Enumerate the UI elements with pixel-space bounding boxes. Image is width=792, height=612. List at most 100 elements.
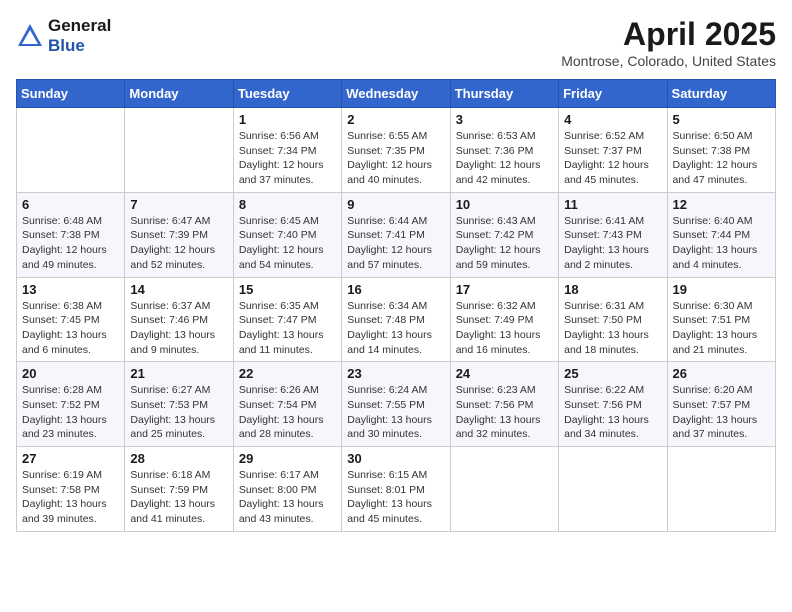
- day-info: Sunrise: 6:37 AM Sunset: 7:46 PM Dayligh…: [130, 299, 227, 358]
- day-number: 21: [130, 366, 227, 381]
- calendar-cell: 27 Sunrise: 6:19 AM Sunset: 7:58 PM Dayli…: [17, 447, 125, 532]
- day-number: 27: [22, 451, 119, 466]
- logo-blue: Blue: [48, 36, 111, 56]
- calendar-cell: 3Sunrise: 6:53 AM Sunset: 7:36 PM Daylig…: [450, 108, 558, 193]
- day-info: Sunrise: 6:53 AM Sunset: 7:36 PM Dayligh…: [456, 129, 553, 188]
- day-info: Sunrise: 6:24 AM Sunset: 7:55 PM Dayligh…: [347, 383, 444, 442]
- calendar-cell: 15 Sunrise: 6:35 AM Sunset: 7:47 PM Dayli…: [233, 277, 341, 362]
- calendar-cell: 1Sunrise: 6:56 AM Sunset: 7:34 PM Daylig…: [233, 108, 341, 193]
- weekday-header-thursday: Thursday: [450, 80, 558, 108]
- calendar-table: SundayMondayTuesdayWednesdayThursdayFrid…: [16, 79, 776, 532]
- calendar-week-row: 6Sunrise: 6:48 AM Sunset: 7:38 PM Daylig…: [17, 192, 776, 277]
- calendar-cell: 19Sunrise: 6:30 AM Sunset: 7:51 PM Dayli…: [667, 277, 775, 362]
- weekday-header-tuesday: Tuesday: [233, 80, 341, 108]
- calendar-week-row: 1Sunrise: 6:56 AM Sunset: 7:34 PM Daylig…: [17, 108, 776, 193]
- calendar-cell: [450, 447, 558, 532]
- calendar-cell: 14 Sunrise: 6:37 AM Sunset: 7:46 PM Dayli…: [125, 277, 233, 362]
- day-info: Sunrise: 6:38 AM Sunset: 7:45 PM Dayligh…: [22, 299, 119, 358]
- day-info: Sunrise: 6:19 AM Sunset: 7:58 PM Dayligh…: [22, 468, 119, 527]
- day-number: 11: [564, 197, 661, 212]
- day-number: 16: [347, 282, 444, 297]
- weekday-header-wednesday: Wednesday: [342, 80, 450, 108]
- day-number: 25: [564, 366, 661, 381]
- calendar-cell: 23 Sunrise: 6:24 AM Sunset: 7:55 PM Dayli…: [342, 362, 450, 447]
- weekday-header-friday: Friday: [559, 80, 667, 108]
- weekday-header-monday: Monday: [125, 80, 233, 108]
- day-number: 28: [130, 451, 227, 466]
- day-number: 2: [347, 112, 444, 127]
- calendar-cell: 17Sunrise: 6:32 AM Sunset: 7:49 PM Dayli…: [450, 277, 558, 362]
- calendar-cell: 7 Sunrise: 6:47 AM Sunset: 7:39 PM Daylig…: [125, 192, 233, 277]
- day-number: 13: [22, 282, 119, 297]
- calendar-cell: [559, 447, 667, 532]
- day-info: Sunrise: 6:28 AM Sunset: 7:52 PM Dayligh…: [22, 383, 119, 442]
- calendar-cell: 20 Sunrise: 6:28 AM Sunset: 7:52 PM Dayli…: [17, 362, 125, 447]
- weekday-header-row: SundayMondayTuesdayWednesdayThursdayFrid…: [17, 80, 776, 108]
- day-number: 12: [673, 197, 770, 212]
- day-number: 24: [456, 366, 553, 381]
- day-number: 26: [673, 366, 770, 381]
- day-info: Sunrise: 6:35 AM Sunset: 7:47 PM Dayligh…: [239, 299, 336, 358]
- calendar-cell: 5 Sunrise: 6:50 AM Sunset: 7:38 PM Daylig…: [667, 108, 775, 193]
- day-info: Sunrise: 6:44 AM Sunset: 7:41 PM Dayligh…: [347, 214, 444, 273]
- day-number: 6: [22, 197, 119, 212]
- day-number: 18: [564, 282, 661, 297]
- day-number: 29: [239, 451, 336, 466]
- day-number: 5: [673, 112, 770, 127]
- day-number: 17: [456, 282, 553, 297]
- month-title: April 2025: [561, 16, 776, 53]
- day-number: 7: [130, 197, 227, 212]
- day-number: 19: [673, 282, 770, 297]
- calendar-cell: 26Sunrise: 6:20 AM Sunset: 7:57 PM Dayli…: [667, 362, 775, 447]
- calendar-cell: 30 Sunrise: 6:15 AM Sunset: 8:01 PM Dayli…: [342, 447, 450, 532]
- page-header: General Blue April 2025 Montrose, Colora…: [16, 16, 776, 69]
- day-info: Sunrise: 6:17 AM Sunset: 8:00 PM Dayligh…: [239, 468, 336, 527]
- calendar-cell: 11Sunrise: 6:41 AM Sunset: 7:43 PM Dayli…: [559, 192, 667, 277]
- day-info: Sunrise: 6:40 AM Sunset: 7:44 PM Dayligh…: [673, 214, 770, 273]
- calendar-cell: [667, 447, 775, 532]
- day-number: 14: [130, 282, 227, 297]
- day-info: Sunrise: 6:26 AM Sunset: 7:54 PM Dayligh…: [239, 383, 336, 442]
- calendar-cell: 8 Sunrise: 6:45 AM Sunset: 7:40 PM Daylig…: [233, 192, 341, 277]
- day-number: 15: [239, 282, 336, 297]
- logo: General Blue: [16, 16, 111, 57]
- day-number: 4: [564, 112, 661, 127]
- day-info: Sunrise: 6:23 AM Sunset: 7:56 PM Dayligh…: [456, 383, 553, 442]
- calendar-cell: 22 Sunrise: 6:26 AM Sunset: 7:54 PM Dayli…: [233, 362, 341, 447]
- location-title: Montrose, Colorado, United States: [561, 53, 776, 69]
- day-info: Sunrise: 6:34 AM Sunset: 7:48 PM Dayligh…: [347, 299, 444, 358]
- calendar-cell: 25Sunrise: 6:22 AM Sunset: 7:56 PM Dayli…: [559, 362, 667, 447]
- weekday-header-sunday: Sunday: [17, 80, 125, 108]
- day-info: Sunrise: 6:43 AM Sunset: 7:42 PM Dayligh…: [456, 214, 553, 273]
- day-info: Sunrise: 6:47 AM Sunset: 7:39 PM Dayligh…: [130, 214, 227, 273]
- day-info: Sunrise: 6:50 AM Sunset: 7:38 PM Dayligh…: [673, 129, 770, 188]
- logo-icon: [16, 22, 44, 50]
- day-number: 8: [239, 197, 336, 212]
- day-info: Sunrise: 6:27 AM Sunset: 7:53 PM Dayligh…: [130, 383, 227, 442]
- day-info: Sunrise: 6:45 AM Sunset: 7:40 PM Dayligh…: [239, 214, 336, 273]
- day-info: Sunrise: 6:18 AM Sunset: 7:59 PM Dayligh…: [130, 468, 227, 527]
- day-info: Sunrise: 6:15 AM Sunset: 8:01 PM Dayligh…: [347, 468, 444, 527]
- title-area: April 2025 Montrose, Colorado, United St…: [561, 16, 776, 69]
- calendar-cell: 28 Sunrise: 6:18 AM Sunset: 7:59 PM Dayli…: [125, 447, 233, 532]
- day-number: 23: [347, 366, 444, 381]
- day-number: 1: [239, 112, 336, 127]
- day-info: Sunrise: 6:52 AM Sunset: 7:37 PM Dayligh…: [564, 129, 661, 188]
- day-number: 9: [347, 197, 444, 212]
- calendar-cell: 9 Sunrise: 6:44 AM Sunset: 7:41 PM Daylig…: [342, 192, 450, 277]
- calendar-cell: 21 Sunrise: 6:27 AM Sunset: 7:53 PM Dayli…: [125, 362, 233, 447]
- day-number: 22: [239, 366, 336, 381]
- calendar-cell: [125, 108, 233, 193]
- calendar-week-row: 27 Sunrise: 6:19 AM Sunset: 7:58 PM Dayli…: [17, 447, 776, 532]
- calendar-cell: 12 Sunrise: 6:40 AM Sunset: 7:44 PM Dayli…: [667, 192, 775, 277]
- calendar-cell: 13 Sunrise: 6:38 AM Sunset: 7:45 PM Dayli…: [17, 277, 125, 362]
- logo-text: General Blue: [48, 16, 111, 57]
- day-number: 30: [347, 451, 444, 466]
- day-info: Sunrise: 6:55 AM Sunset: 7:35 PM Dayligh…: [347, 129, 444, 188]
- calendar-cell: 2 Sunrise: 6:55 AM Sunset: 7:35 PM Daylig…: [342, 108, 450, 193]
- day-number: 10: [456, 197, 553, 212]
- day-number: 20: [22, 366, 119, 381]
- calendar-cell: [17, 108, 125, 193]
- calendar-cell: 24 Sunrise: 6:23 AM Sunset: 7:56 PM Dayli…: [450, 362, 558, 447]
- calendar-week-row: 20 Sunrise: 6:28 AM Sunset: 7:52 PM Dayli…: [17, 362, 776, 447]
